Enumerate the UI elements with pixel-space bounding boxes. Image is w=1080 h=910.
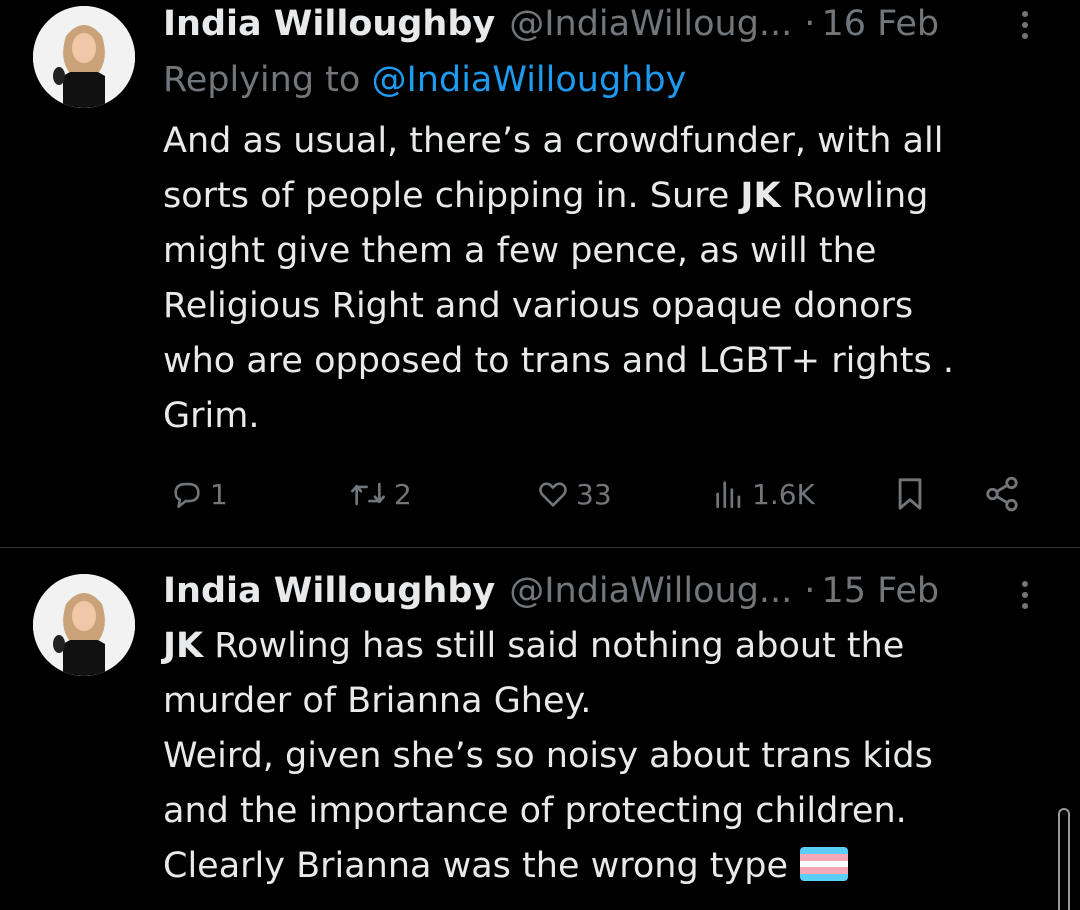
views-button[interactable]: 1.6K — [712, 470, 815, 518]
text-segment: Clearly Brianna was the wrong type — [163, 846, 788, 886]
repost-count: 2 — [394, 477, 412, 511]
text-segment: sorts of people chipping in. Sure — [163, 176, 741, 216]
views-icon — [716, 481, 741, 509]
author-handle[interactable]: @IndiaWilloug... — [509, 0, 792, 48]
replying-to: Replying to @IndiaWilloughby — [163, 56, 686, 104]
avatar[interactable] — [33, 6, 135, 108]
repost-button[interactable]: 2 — [348, 470, 412, 518]
text-line: And as usual, there’s a crowdfunder, wit… — [163, 121, 944, 161]
text-line: and the importance of protecting childre… — [163, 791, 907, 831]
tweet-date[interactable]: 16 Feb — [821, 0, 939, 48]
tweet-header: India Willoughby @IndiaWilloug... · 16 F… — [163, 0, 939, 48]
author-name[interactable]: India Willoughby — [163, 567, 495, 615]
text-line: Grim. — [163, 396, 260, 436]
reply-button[interactable]: 1 — [170, 470, 228, 518]
separator-dot: · — [804, 4, 816, 44]
more-options-button[interactable] — [1010, 0, 1040, 48]
repost-icon — [351, 482, 385, 506]
avatar[interactable] — [33, 574, 135, 676]
like-button[interactable]: 33 — [536, 470, 612, 518]
separator-dot: · — [804, 571, 816, 611]
tweet-text: And as usual, there’s a crowdfunder, wit… — [163, 114, 1043, 444]
heart-icon — [539, 482, 567, 507]
more-options-button[interactable] — [1010, 570, 1040, 618]
bold-text: JK — [163, 626, 204, 666]
action-bar: 1 2 33 1.6K — [0, 470, 1080, 518]
author-name[interactable]: India Willoughby — [163, 0, 495, 48]
bookmark-icon — [898, 478, 922, 510]
tweet-text: JK Rowling has still said nothing about … — [163, 619, 1043, 894]
more-vertical-icon — [1022, 11, 1028, 39]
reply-count: 1 — [210, 477, 228, 511]
text-line: Clearly Brianna was the wrong type — [163, 839, 1043, 894]
text-line: who are opposed to trans and LGBT+ right… — [163, 341, 954, 381]
text-line: might give them a few pence, as will the — [163, 231, 877, 271]
bold-text: JK — [740, 176, 781, 216]
trans-flag-emoji — [799, 847, 848, 881]
text-line: Religious Right and various opaque donor… — [163, 286, 914, 326]
text-segment: Rowling has still said nothing about the — [203, 626, 905, 666]
share-button[interactable] — [983, 470, 1021, 518]
avatar-photo — [33, 6, 135, 108]
text-segment: Rowling — [780, 176, 929, 216]
text-line: Weird, given she’s so noisy about trans … — [163, 736, 933, 776]
text-line: sorts of people chipping in. Sure JK Row… — [163, 169, 1043, 224]
author-handle[interactable]: @IndiaWilloug... — [509, 567, 792, 615]
view-count: 1.6K — [752, 477, 815, 511]
replying-to-link[interactable]: @IndiaWilloughby — [371, 60, 686, 100]
bookmark-button[interactable] — [893, 470, 927, 518]
tweet-1[interactable]: India Willoughby @IndiaWilloug... · 16 F… — [0, 0, 1080, 547]
tweet-header: India Willoughby @IndiaWilloug... · 15 F… — [163, 567, 939, 615]
reply-icon — [174, 482, 200, 509]
avatar-photo — [33, 574, 135, 676]
text-line: murder of Brianna Ghey. — [163, 681, 592, 721]
share-icon — [986, 476, 1018, 512]
like-count: 33 — [576, 477, 612, 511]
replying-label: Replying to — [163, 60, 361, 100]
tweet-2[interactable]: India Willoughby @IndiaWilloug... · 15 F… — [0, 548, 1080, 910]
text-line: JK Rowling has still said nothing about … — [163, 619, 1043, 674]
more-vertical-icon — [1022, 581, 1028, 609]
tweet-date[interactable]: 15 Feb — [821, 567, 939, 615]
scrollbar[interactable] — [1058, 808, 1070, 910]
